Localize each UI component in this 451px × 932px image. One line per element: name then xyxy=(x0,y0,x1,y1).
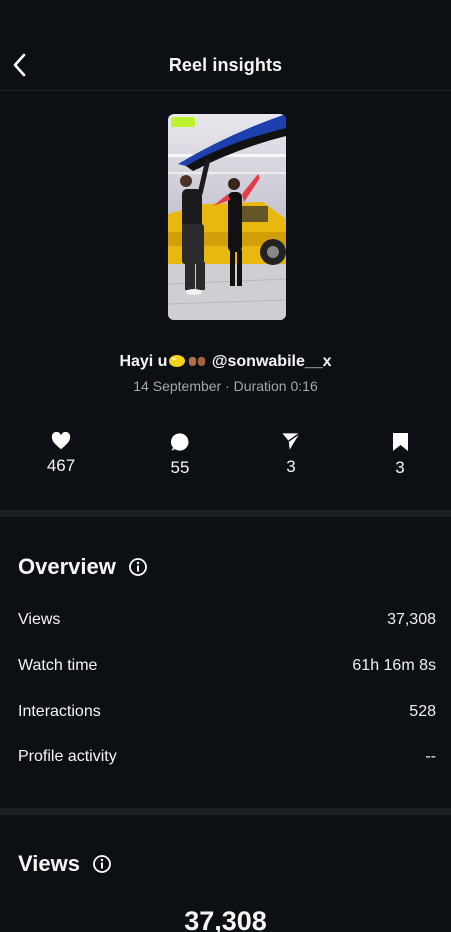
section-divider xyxy=(0,510,451,517)
overview-row-interactions[interactable]: Interactions 528 xyxy=(18,701,436,723)
lemon-emoji-icon xyxy=(169,355,186,367)
engagement-stats: 467 55 3 3 xyxy=(0,432,451,482)
heart-icon xyxy=(51,432,71,450)
saves-count: 3 xyxy=(395,458,405,477)
reel-insights-screen: Reel insights Hayi u @sonwabile__x 14 Se… xyxy=(0,0,451,932)
row-value: 61h 16m 8s xyxy=(352,657,436,674)
row-label: Interactions xyxy=(18,703,101,720)
reel-meta: 14 September · Duration 0:16 xyxy=(0,378,451,394)
views-heading: Views xyxy=(18,851,80,876)
overview-title: Overview xyxy=(18,554,148,580)
row-value: 528 xyxy=(409,703,436,720)
meta-separator: · xyxy=(225,378,230,394)
row-label: Profile activity xyxy=(18,748,117,765)
reel-thumbnail[interactable] xyxy=(168,114,286,320)
overview-row-watch-time[interactable]: Watch time 61h 16m 8s xyxy=(18,655,436,677)
info-icon[interactable] xyxy=(128,557,148,577)
shares-count: 3 xyxy=(286,457,296,476)
reel-caption: Hayi u @sonwabile__x xyxy=(0,353,451,371)
section-divider xyxy=(0,808,451,815)
row-label: Views xyxy=(18,611,61,628)
top-bar: Reel insights xyxy=(0,0,451,91)
mention-link[interactable]: @sonwabile__x xyxy=(212,353,332,370)
saves-stat: 3 xyxy=(365,432,435,478)
likes-count: 467 xyxy=(46,456,76,475)
row-label: Watch time xyxy=(18,657,98,674)
likes-stat: 467 xyxy=(26,432,96,476)
row-value: -- xyxy=(425,748,436,765)
caption-text: Hayi u xyxy=(119,353,168,370)
comments-count: 55 xyxy=(170,458,190,477)
share-icon xyxy=(282,432,301,450)
overview-row-views[interactable]: Views 37,308 xyxy=(18,609,436,631)
row-value: 37,308 xyxy=(387,611,436,628)
comment-icon xyxy=(171,433,189,451)
reel-date: 14 September xyxy=(133,378,222,394)
info-icon[interactable] xyxy=(92,854,112,874)
overview-heading: Overview xyxy=(18,554,116,579)
reel-duration: Duration 0:16 xyxy=(233,378,318,394)
page-title: Reel insights xyxy=(168,55,283,75)
views-total: 37,308 xyxy=(184,906,267,932)
bookmark-icon xyxy=(392,433,408,451)
comments-stat: 55 xyxy=(145,432,215,478)
shares-stat: 3 xyxy=(256,432,326,477)
views-title: Views xyxy=(18,851,112,877)
overview-row-profile-activity[interactable]: Profile activity -- xyxy=(18,746,436,768)
fist-emoji-icon xyxy=(189,356,206,366)
